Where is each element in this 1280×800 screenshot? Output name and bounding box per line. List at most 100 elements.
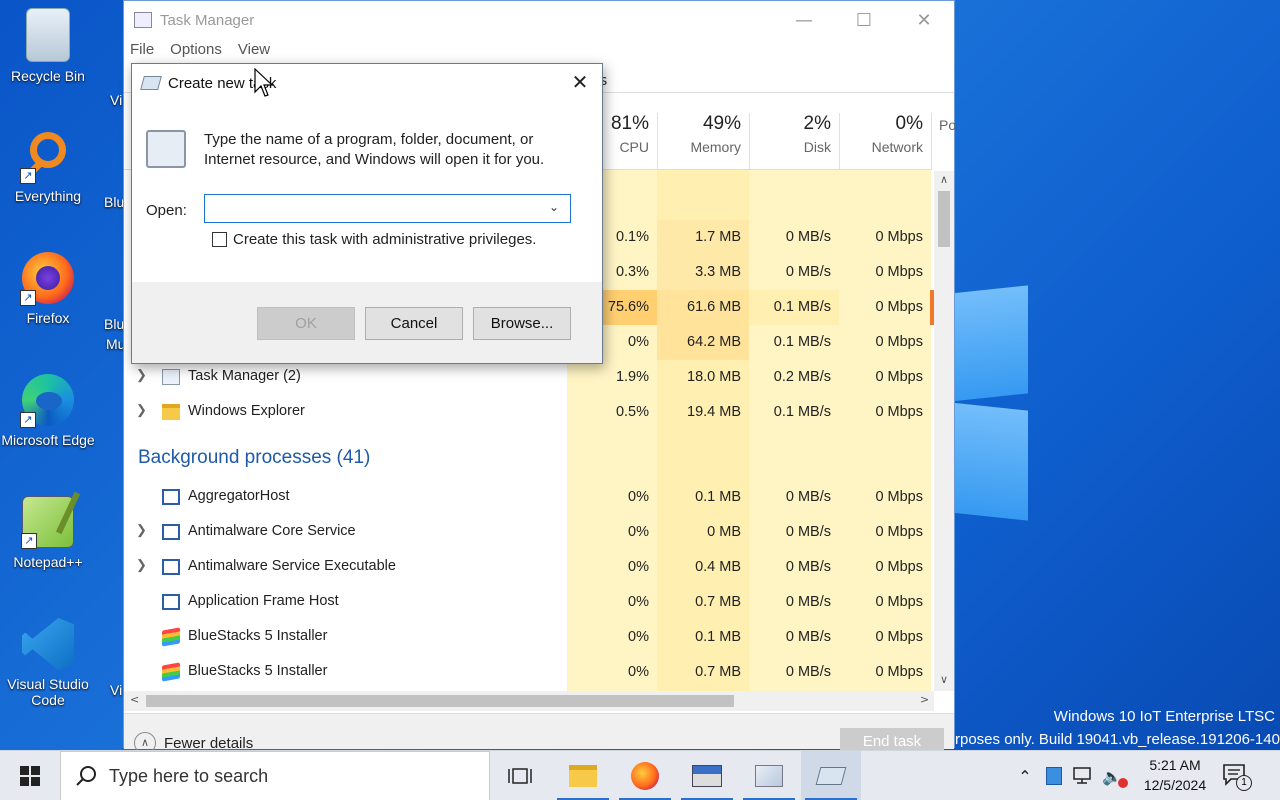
window-controls: — ☐ ✕ <box>774 1 954 39</box>
watermark-build: rposes only. Build 19041.vb_release.1912… <box>955 731 1280 748</box>
desktop-icon-vscode[interactable]: ↗ Visual Studio Code <box>0 618 96 708</box>
memory-total: 49% <box>702 113 741 134</box>
desktop-icon-notepad-plus-plus[interactable]: ↗ Notepad++ <box>0 491 96 570</box>
desktop-icon-partial[interactable]: Vi <box>110 92 122 108</box>
open-input[interactable] <box>204 194 571 223</box>
taskbar-firefox[interactable] <box>615 751 675 800</box>
expand-chevron-icon[interactable]: ❯ <box>136 367 147 383</box>
memory-label: Memory <box>690 139 741 155</box>
disk-cell: 0 MB/s <box>785 559 831 575</box>
tray-app-icon[interactable] <box>1046 767 1062 785</box>
bluestacks-icon <box>162 662 180 682</box>
task-manager-icon <box>755 765 783 787</box>
scroll-up-icon[interactable]: ∧ <box>934 173 954 186</box>
column-separator <box>931 113 932 169</box>
expand-chevron-icon[interactable]: ❯ <box>136 522 147 538</box>
chevron-down-icon[interactable]: ⌄ <box>549 200 559 214</box>
scroll-right-icon[interactable]: > <box>920 693 929 706</box>
taskbar-task-manager[interactable] <box>739 751 799 800</box>
menu-view[interactable]: View <box>238 41 270 58</box>
process-name: Windows Explorer <box>188 403 305 419</box>
taskbar-file-explorer[interactable] <box>553 751 613 800</box>
disk-cell: 0.1 MB/s <box>749 290 839 325</box>
disk-cell: 0 MB/s <box>785 229 831 245</box>
firefox-icon: ↗ <box>20 252 74 306</box>
dialog-close-button[interactable]: ✕ <box>558 64 602 102</box>
table-row[interactable]: Application Frame Host 0% 0.7 MB 0 MB/s … <box>124 585 932 620</box>
process-name: BlueStacks 5 Installer <box>188 663 328 679</box>
memory-cell: 1.7 MB <box>657 220 749 255</box>
scroll-left-icon[interactable]: < <box>130 693 139 706</box>
taskbar: Type here to search ⌃ 🔈 5:21 AM 12/5/202… <box>0 750 1280 800</box>
edge-icon: ↗ <box>20 374 74 428</box>
table-row[interactable]: ❯ Windows Explorer 0.5% 19.4 MB 0.1 MB/s… <box>124 395 932 430</box>
network-total: 0% <box>895 113 923 134</box>
maximize-button[interactable]: ☐ <box>834 1 894 39</box>
table-row[interactable]: BlueStacks 5 Installer 0% 0.7 MB 0 MB/s … <box>124 655 932 690</box>
firefox-icon <box>631 762 659 790</box>
checkbox-box[interactable] <box>212 232 227 247</box>
expand-chevron-icon[interactable]: ❯ <box>136 402 147 418</box>
action-center-button[interactable]: 1 <box>1222 763 1252 791</box>
close-button[interactable]: ✕ <box>894 1 954 39</box>
table-row[interactable]: AggregatorHost 0% 0.1 MB 0 MB/s 0 Mbps <box>124 480 932 515</box>
desktop-icon-firefox[interactable]: ↗ Firefox <box>0 252 96 326</box>
taskbar-clock[interactable]: 5:21 AM 12/5/2024 <box>1135 755 1215 795</box>
table-row[interactable]: ❯ Task Manager (2) 1.9% 18.0 MB 0.2 MB/s… <box>124 360 932 395</box>
column-header-network[interactable]: 0% Network <box>839 113 923 155</box>
network-icon[interactable] <box>1072 766 1096 786</box>
browse-button[interactable]: Browse... <box>473 307 571 340</box>
notepad-plus-plus-icon: ↗ <box>21 491 81 549</box>
network-cell: 0 Mbps <box>875 559 923 575</box>
table-row[interactable]: ❯ Antimalware Service Executable 0% 0.4 … <box>124 550 932 585</box>
column-header-memory[interactable]: 49% Memory <box>657 113 741 155</box>
menu-options[interactable]: Options <box>170 41 222 58</box>
watermark-edition: Windows 10 IoT Enterprise LTSC <box>1053 708 1275 725</box>
memory-cell: 0.1 MB <box>695 629 741 645</box>
menu-file[interactable]: File <box>130 41 154 58</box>
desktop-icon-recycle-bin[interactable]: Recycle Bin <box>0 8 96 84</box>
desktop-icon-partial[interactable]: Blu <box>104 316 124 332</box>
desktop-icon-partial[interactable]: Blu <box>104 194 124 210</box>
scroll-down-icon[interactable]: ∨ <box>934 673 954 686</box>
volume-muted-icon[interactable]: 🔈 <box>1102 767 1128 788</box>
background-processes-heading[interactable]: Background processes (41) <box>138 447 370 469</box>
table-row[interactable]: ❯ Antimalware Core Service 0% 0 MB 0 MB/… <box>124 515 932 550</box>
expand-chevron-icon[interactable]: ❯ <box>136 557 147 573</box>
power-label: Po <box>939 117 957 133</box>
network-cell: 0 Mbps <box>875 299 923 315</box>
horizontal-scrollbar[interactable]: < > <box>124 691 934 711</box>
network-cell: 0 Mbps <box>875 369 923 385</box>
taskbar-search-box[interactable]: Type here to search <box>60 751 490 800</box>
column-header-disk[interactable]: 2% Disk <box>749 113 831 155</box>
window-title: Task Manager <box>160 11 255 29</box>
process-name: Task Manager (2) <box>188 368 301 384</box>
desktop-icon-label: Notepad++ <box>13 554 83 570</box>
task-view-button[interactable] <box>490 751 550 800</box>
admin-privileges-checkbox[interactable]: Create this task with administrative pri… <box>212 231 536 248</box>
chevron-up-icon[interactable]: ⌃ <box>1014 767 1036 786</box>
memory-cell: 0 MB <box>707 524 741 540</box>
cpu-cell: 0% <box>628 524 649 540</box>
disk-cell: 0.2 MB/s <box>773 369 831 385</box>
dialog-titlebar[interactable]: Create new task <box>132 64 602 102</box>
taskbar-run-dialog[interactable] <box>801 751 861 800</box>
scroll-thumb[interactable] <box>146 695 734 707</box>
vertical-scrollbar[interactable]: ∧ ∨ <box>934 171 954 691</box>
memory-cell: 61.6 MB <box>657 290 749 325</box>
ok-button[interactable]: OK <box>257 307 355 340</box>
taskbar-remote-desktop[interactable] <box>677 751 737 800</box>
desktop-icon-everything[interactable]: ↗ Everything <box>0 130 96 204</box>
start-button[interactable] <box>0 751 60 800</box>
bluestacks-icon <box>162 627 180 647</box>
scroll-thumb[interactable] <box>938 191 950 247</box>
disk-label: Disk <box>803 139 831 155</box>
desktop-icon-partial[interactable]: Vi <box>110 682 122 698</box>
table-row[interactable]: BlueStacks 5 Installer 0% 0.1 MB 0 MB/s … <box>124 620 932 655</box>
desktop-icon-edge[interactable]: ↗ Microsoft Edge <box>0 374 96 448</box>
cpu-cell: 0% <box>628 629 649 645</box>
column-header-power[interactable]: Po <box>939 113 959 133</box>
cancel-button[interactable]: Cancel <box>365 307 463 340</box>
cpu-cell: 0.5% <box>615 404 649 420</box>
minimize-button[interactable]: — <box>774 1 834 39</box>
